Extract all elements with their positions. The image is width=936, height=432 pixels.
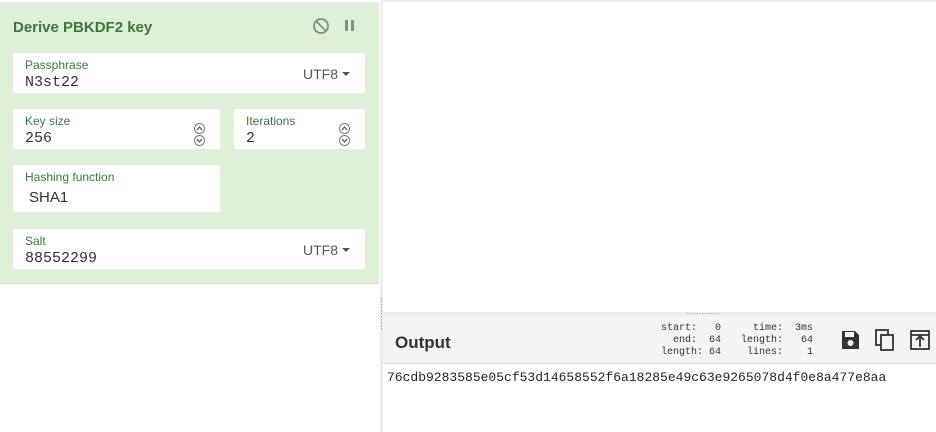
chevron-down-icon bbox=[342, 72, 350, 76]
hashing-function-select[interactable]: Hashing function SHA1 bbox=[13, 165, 220, 212]
recipe-column: Derive PBKDF2 key Passphrase N3st22 UTF8 bbox=[0, 0, 380, 432]
salt-encoding-value: UTF8 bbox=[303, 242, 338, 258]
output-stats: time: 3ms length: 64 lines: 1 bbox=[723, 323, 813, 359]
operation-title: Derive PBKDF2 key bbox=[13, 19, 153, 36]
start-value: 0 bbox=[714, 323, 721, 334]
resize-grip bbox=[381, 298, 382, 330]
output-title: Output bbox=[395, 333, 451, 352]
salt-encoding-dropdown[interactable]: UTF8 bbox=[303, 242, 350, 258]
resize-grip bbox=[687, 313, 719, 314]
length-label: length: bbox=[660, 347, 703, 358]
end-label: end: bbox=[672, 335, 697, 346]
copy-icon[interactable] bbox=[873, 328, 897, 352]
lines-label: lines: bbox=[746, 347, 783, 358]
time-value: 3ms bbox=[794, 323, 813, 334]
hashing-function-label: Hashing function bbox=[25, 170, 115, 184]
increment-icon[interactable] bbox=[339, 123, 350, 134]
start-label: start: bbox=[660, 323, 697, 334]
output-length-value: 64 bbox=[800, 335, 813, 346]
salt-input[interactable]: 88552299 bbox=[25, 250, 97, 267]
passphrase-encoding-value: UTF8 bbox=[303, 66, 338, 82]
output-length-label: length: bbox=[740, 335, 783, 346]
increment-icon[interactable] bbox=[194, 123, 205, 134]
output-header: Output start: 0 end: 64 length: 64 time:… bbox=[383, 316, 936, 364]
passphrase-field[interactable]: Passphrase N3st22 UTF8 bbox=[13, 53, 365, 93]
length-value: 64 bbox=[708, 347, 721, 358]
pause-icon[interactable] bbox=[341, 17, 359, 35]
selection-stats: start: 0 end: 64 length: 64 bbox=[645, 323, 721, 359]
passphrase-encoding-dropdown[interactable]: UTF8 bbox=[303, 66, 350, 82]
iterations-field[interactable]: Iterations 2 bbox=[234, 109, 365, 149]
iterations-stepper[interactable] bbox=[339, 123, 353, 149]
operation-card-pbkdf2[interactable]: Derive PBKDF2 key Passphrase N3st22 UTF8 bbox=[0, 2, 379, 284]
passphrase-label: Passphrase bbox=[25, 58, 89, 72]
iterations-input[interactable]: 2 bbox=[246, 130, 255, 147]
salt-field[interactable]: Salt 88552299 UTF8 bbox=[13, 229, 365, 269]
passphrase-input[interactable]: N3st22 bbox=[25, 74, 79, 91]
disable-icon[interactable] bbox=[312, 17, 330, 35]
key-size-stepper[interactable] bbox=[194, 123, 208, 149]
hashing-function-value: SHA1 bbox=[29, 189, 69, 206]
chevron-down-icon bbox=[342, 248, 350, 252]
decrement-icon[interactable] bbox=[339, 135, 350, 146]
input-pane[interactable] bbox=[383, 0, 936, 312]
decrement-icon[interactable] bbox=[194, 135, 205, 146]
replace-input-icon[interactable] bbox=[908, 328, 932, 352]
key-size-field[interactable]: Key size 256 bbox=[13, 109, 220, 149]
lines-value: 1 bbox=[806, 347, 813, 358]
save-icon[interactable] bbox=[838, 328, 862, 352]
output-text[interactable]: 76cdb9283585e05cf53d14658552f6a18285e49c… bbox=[387, 370, 886, 385]
time-label: time: bbox=[752, 323, 783, 334]
key-size-label: Key size bbox=[25, 114, 71, 128]
salt-label: Salt bbox=[25, 234, 46, 248]
iterations-label: Iterations bbox=[246, 114, 296, 128]
key-size-input[interactable]: 256 bbox=[25, 130, 52, 147]
end-value: 64 bbox=[708, 335, 721, 346]
